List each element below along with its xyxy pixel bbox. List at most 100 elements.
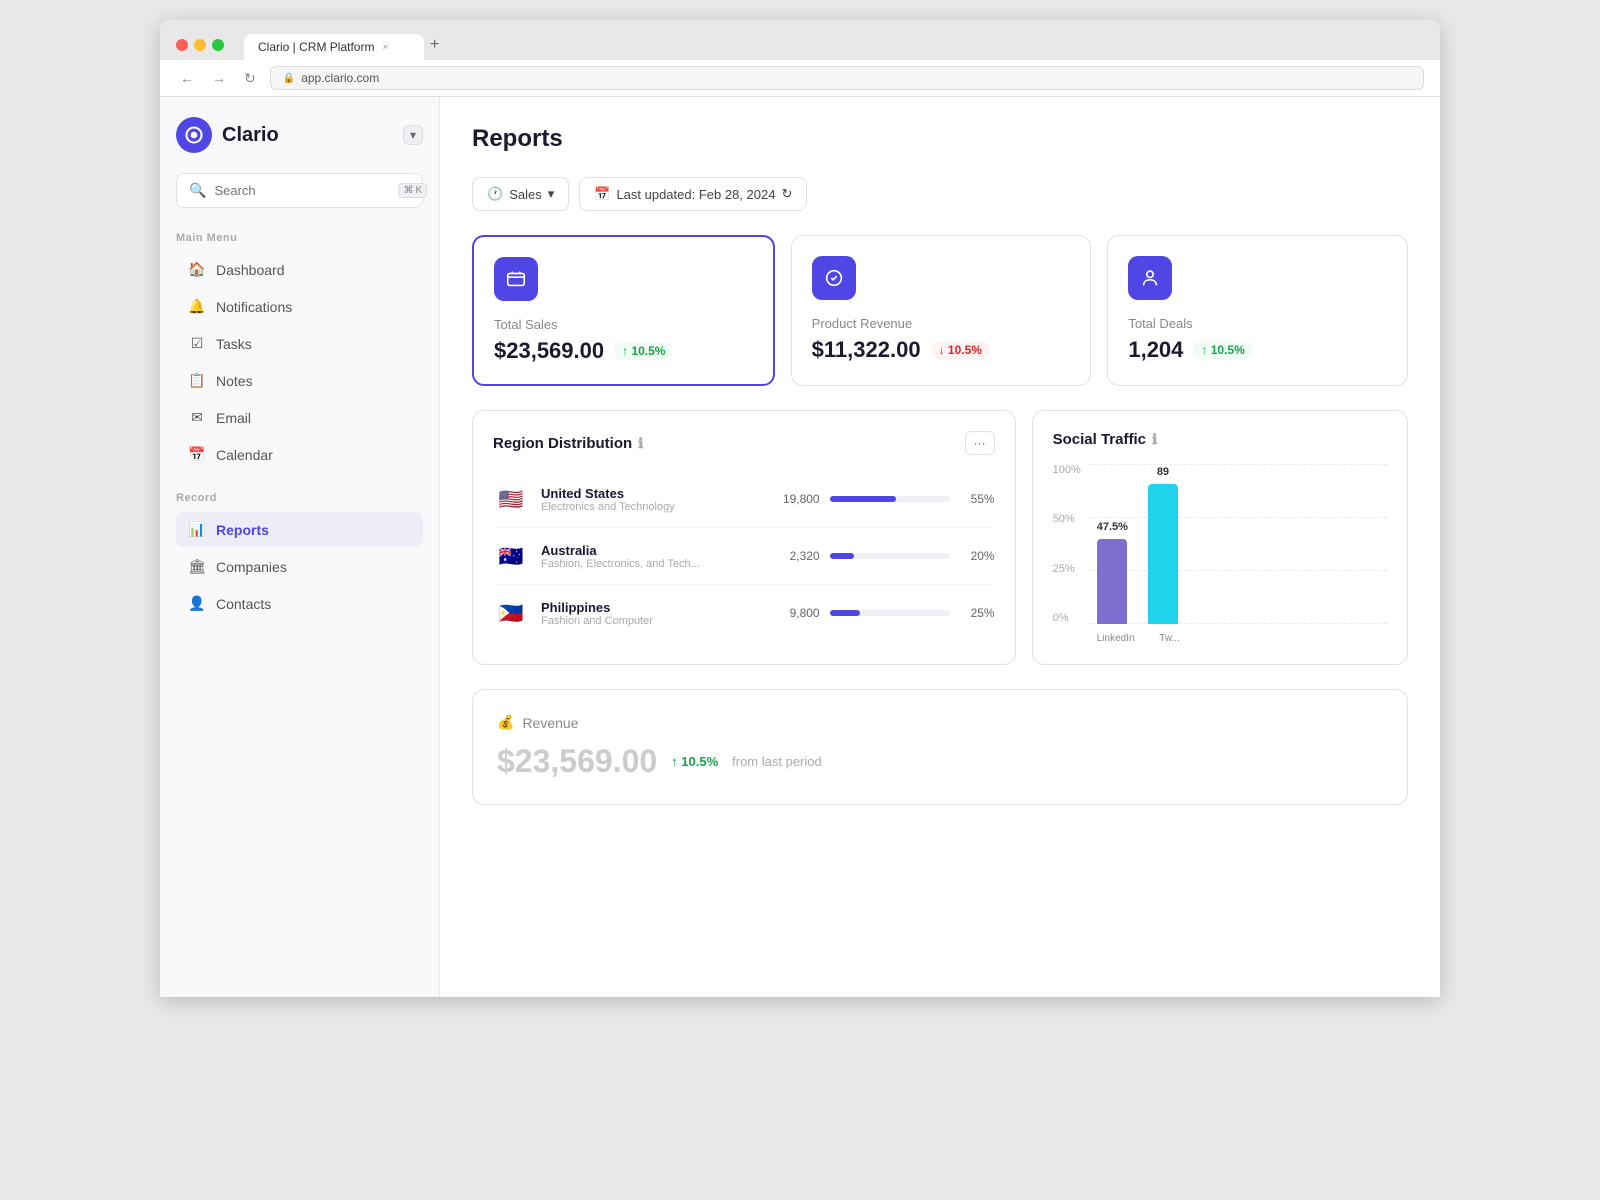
sidebar-item-dashboard[interactable]: 🏠 Dashboard xyxy=(176,252,423,287)
filter-dropdown-button[interactable]: 🕐 Sales ▾ xyxy=(472,177,569,211)
region-percent: 25% xyxy=(960,606,995,620)
region-name: Australia xyxy=(541,543,758,558)
search-input[interactable] xyxy=(214,183,390,198)
progress-bar xyxy=(830,610,950,616)
sidebar-item-calendar[interactable]: 📅 Calendar xyxy=(176,437,423,472)
revenue-card: 💰 Revenue $23,569.00 ↑ 10.5% from last p… xyxy=(472,689,1408,805)
back-button[interactable]: ← xyxy=(176,68,198,88)
kpi-value: 1,204 ↑ 10.5% xyxy=(1128,337,1387,363)
twitter-bar xyxy=(1148,484,1178,624)
kpi-label: Product Revenue xyxy=(812,316,1071,331)
new-tab-button[interactable]: + xyxy=(424,30,445,60)
revenue-header: 💰 Revenue xyxy=(497,714,1383,731)
kpi-card-total-sales[interactable]: Total Sales $23,569.00 ↑ 10.5% xyxy=(472,235,775,386)
record-section: Record 📊 Reports 🏛 Companies 👤 Contacts xyxy=(176,492,423,621)
deals-svg xyxy=(1139,267,1161,289)
linkedin-label: LinkedIn xyxy=(1097,633,1135,644)
bar-value: 47.5% xyxy=(1097,521,1128,533)
revenue-icon: 💰 xyxy=(497,714,514,731)
minimize-window-button[interactable] xyxy=(194,39,206,51)
browser-window: Clario | CRM Platform × + ← → ↻ 🔒 app.cl… xyxy=(160,20,1440,997)
bell-icon: 🔔 xyxy=(188,298,206,315)
region-info: Australia Fashion, Electronics, and Tech… xyxy=(541,543,758,570)
chart-title: Social Traffic ℹ xyxy=(1053,431,1158,448)
date-button[interactable]: 📅 Last updated: Feb 28, 2024 ↻ xyxy=(579,177,807,211)
kpi-cards-row: Total Sales $23,569.00 ↑ 10.5% Product R… xyxy=(472,235,1408,386)
app-container: Clario ▾ 🔍 ⌘ K Main Menu 🏠 Dashboard xyxy=(160,97,1440,997)
region-distribution-card: Region Distribution ℹ ··· 🇺🇸 United Stat… xyxy=(472,410,1016,665)
chart-title: Region Distribution ℹ xyxy=(493,435,643,452)
page-title: Reports xyxy=(472,125,1408,153)
active-tab[interactable]: Clario | CRM Platform × xyxy=(244,34,424,60)
search-shortcut: ⌘ K xyxy=(398,183,427,198)
region-row: 🇺🇸 United States Electronics and Technol… xyxy=(493,471,995,528)
kpi-badge: ↓ 10.5% xyxy=(931,341,990,359)
region-row: 🇦🇺 Australia Fashion, Electronics, and T… xyxy=(493,528,995,585)
workspace-dropdown[interactable]: ▾ xyxy=(403,125,423,145)
sidebar-item-email[interactable]: ✉ Email xyxy=(176,400,423,435)
social-chart-area: 100% 50% 25% 0% xyxy=(1053,464,1387,644)
progress-bar xyxy=(830,553,950,559)
total-sales-icon xyxy=(494,257,538,301)
contacts-icon: 👤 xyxy=(188,595,206,612)
sidebar-item-label: Notes xyxy=(216,373,253,389)
y-label: 100% xyxy=(1053,464,1081,476)
au-flag: 🇦🇺 xyxy=(493,538,529,574)
window-controls xyxy=(176,39,224,51)
region-row: 🇵🇭 Philippines Fashion and Computer 9,80… xyxy=(493,585,995,641)
sidebar-item-notes[interactable]: 📋 Notes xyxy=(176,363,423,398)
toolbar: 🕐 Sales ▾ 📅 Last updated: Feb 28, 2024 ↻ xyxy=(472,177,1408,211)
region-info: Philippines Fashion and Computer xyxy=(541,600,758,627)
kpi-value: $23,569.00 ↑ 10.5% xyxy=(494,338,753,364)
kpi-label: Total Sales xyxy=(494,317,753,332)
chart-header: Social Traffic ℹ xyxy=(1053,431,1387,448)
region-value: 2,320 xyxy=(770,549,820,563)
product-revenue-icon xyxy=(812,256,856,300)
sidebar-item-notifications[interactable]: 🔔 Notifications xyxy=(176,289,423,324)
maximize-window-button[interactable] xyxy=(212,39,224,51)
browser-tabs: Clario | CRM Platform × + xyxy=(244,30,445,60)
sidebar-header: Clario ▾ xyxy=(176,117,423,153)
refresh-button[interactable]: ↻ xyxy=(240,68,260,89)
sidebar-item-contacts[interactable]: 👤 Contacts xyxy=(176,586,423,621)
chart-header: Region Distribution ℹ ··· xyxy=(493,431,995,455)
sidebar-item-reports[interactable]: 📊 Reports xyxy=(176,512,423,547)
filter-label: Sales xyxy=(509,187,542,202)
social-traffic-card: Social Traffic ℹ 100% 50% 25% 0% xyxy=(1032,410,1408,665)
revenue-amount: $23,569.00 xyxy=(497,743,657,780)
kpi-badge: ↑ 10.5% xyxy=(1193,341,1252,359)
close-window-button[interactable] xyxy=(176,39,188,51)
y-label: 0% xyxy=(1053,612,1081,624)
revenue-badge: ↑ 10.5% xyxy=(671,754,718,769)
kpi-card-total-deals[interactable]: Total Deals 1,204 ↑ 10.5% xyxy=(1107,235,1408,386)
kpi-value: $11,322.00 ↓ 10.5% xyxy=(812,337,1071,363)
address-input[interactable]: 🔒 app.clario.com xyxy=(270,66,1424,90)
companies-icon: 🏛 xyxy=(188,558,206,575)
lock-icon: 🔒 xyxy=(283,73,295,84)
twitter-label: Tw... xyxy=(1155,633,1185,644)
revenue-period: from last period xyxy=(732,754,822,769)
tab-close-button[interactable]: × xyxy=(382,42,388,53)
region-sub: Fashion, Electronics, and Tech... xyxy=(541,558,758,570)
forward-button[interactable]: → xyxy=(208,68,230,88)
reports-icon: 📊 xyxy=(188,521,206,538)
region-info: United States Electronics and Technology xyxy=(541,486,758,513)
sidebar-item-tasks[interactable]: ☑ Tasks xyxy=(176,326,423,361)
more-options-button[interactable]: ··· xyxy=(965,431,995,455)
ph-flag: 🇵🇭 xyxy=(493,595,529,631)
refresh-icon: ↻ xyxy=(781,186,792,202)
sidebar-item-label: Notifications xyxy=(216,299,292,315)
search-box[interactable]: 🔍 ⌘ K xyxy=(176,173,423,208)
progress-bar xyxy=(830,496,950,502)
y-axis: 100% 50% 25% 0% xyxy=(1053,464,1089,644)
sidebar-item-companies[interactable]: 🏛 Companies xyxy=(176,549,423,584)
chevron-down-icon: ▾ xyxy=(548,186,555,202)
bar-twitter: 89 xyxy=(1148,466,1178,624)
notes-icon: 📋 xyxy=(188,372,206,389)
region-name: United States xyxy=(541,486,758,501)
total-deals-icon xyxy=(1128,256,1172,300)
app-logo-icon xyxy=(176,117,212,153)
kpi-card-product-revenue[interactable]: Product Revenue $11,322.00 ↓ 10.5% xyxy=(791,235,1092,386)
sidebar-item-label: Reports xyxy=(216,522,269,538)
linkedin-bar xyxy=(1097,539,1127,624)
